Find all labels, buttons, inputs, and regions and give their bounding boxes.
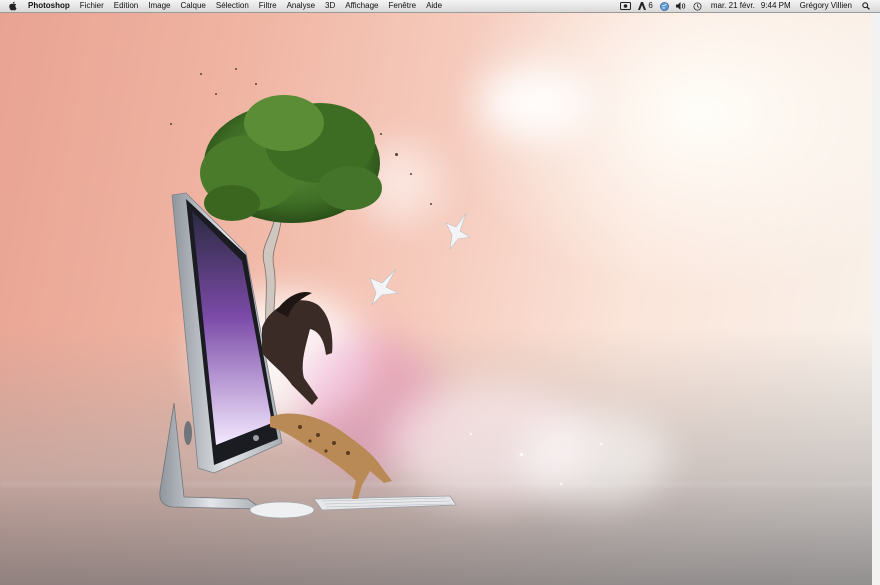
menu-fichier[interactable]: Fichier [75,0,109,12]
menu-fenetre[interactable]: Fenêtre [383,0,421,12]
sparkle [560,483,562,485]
particle [410,173,412,175]
particle [235,68,237,70]
adobe-status-item[interactable]: 6 [638,0,653,12]
menu-app-name[interactable]: Photoshop [23,0,75,12]
globe-icon[interactable] [659,1,669,11]
adobe-update-count: 6 [648,1,653,10]
menu-affichage[interactable]: Affichage [340,0,383,12]
particle [170,123,172,125]
dove-icon [445,212,471,251]
sparkle [470,433,472,435]
menu-analyse[interactable]: Analyse [282,0,320,12]
menu-filtre[interactable]: Filtre [254,0,282,12]
particle [200,73,202,75]
menu-3d[interactable]: 3D [320,0,340,12]
menu-aide[interactable]: Aide [421,0,447,12]
user-name-menu[interactable]: Grégory Villien [800,0,852,12]
desktop-wallpaper [0,13,880,585]
time-machine-icon[interactable] [693,1,702,11]
tree-icon [200,95,382,223]
clock-date: mar. 21 févr. [710,1,755,10]
keyboard-icon [313,495,457,511]
volume-icon[interactable] [675,2,686,10]
date-clock[interactable]: mar. 21 févr. 9:44 PM [711,0,791,12]
clock-time: 9:44 PM [760,1,791,10]
menu-bar: Photoshop Fichier Edition Image Calque S… [0,0,880,13]
adobe-icon [638,2,647,10]
particle [430,203,432,205]
menu-calque[interactable]: Calque [176,0,211,12]
menu-edition[interactable]: Edition [109,0,143,12]
particle [215,93,217,95]
particle [395,153,398,156]
mouse-icon [249,501,315,519]
sparkle [600,443,602,445]
dove-icon [369,268,400,306]
screen-edge [872,13,880,585]
menu-image[interactable]: Image [143,0,175,12]
menu-selection[interactable]: Sélection [211,0,254,12]
particle [255,83,257,85]
particle [380,133,382,135]
screen-record-icon[interactable] [620,2,632,10]
apple-logo-icon[interactable] [8,1,17,11]
spotlight-search-icon[interactable] [862,2,870,10]
cheetah-icon [270,413,392,499]
sparkle [520,453,523,456]
artwork [159,95,471,519]
